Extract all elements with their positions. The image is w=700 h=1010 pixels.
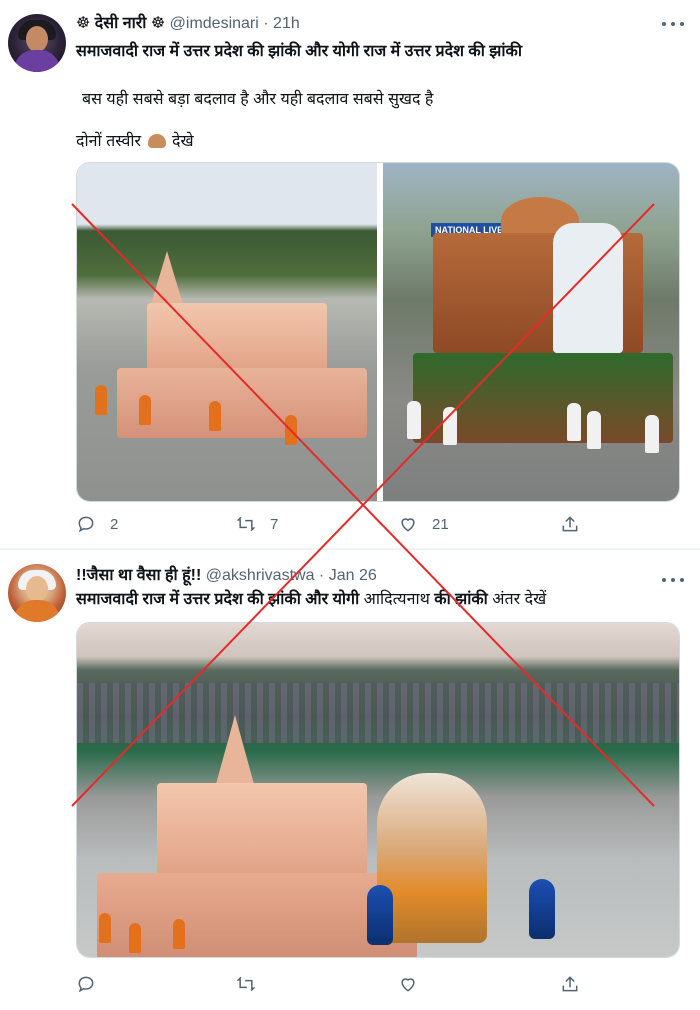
share-button[interactable]: [560, 974, 580, 994]
peacock: [529, 879, 555, 939]
reply-button[interactable]: [76, 974, 96, 994]
separator-dot: ·: [263, 15, 269, 32]
like-icon: [401, 518, 415, 532]
timestamp[interactable]: Jan 26: [329, 567, 377, 584]
tweet-text-line: बस यही सबसे बड़ा बदलाव है और यही बदलाव स…: [82, 91, 434, 108]
tweet-text-line: दोनों तस्वीर देखे: [76, 132, 194, 152]
avatar-face: [26, 26, 48, 52]
tweet-actions: [76, 974, 680, 998]
dancer: [139, 395, 151, 425]
walking-person: [407, 401, 421, 439]
avatar[interactable]: [8, 14, 66, 72]
more-icon[interactable]: [662, 14, 684, 34]
peacock: [367, 885, 393, 945]
tweet-header: ☸ देसी नारी ☸ @imdesinari · 21h: [76, 14, 650, 34]
avatar-body: [14, 600, 60, 622]
tweet-media[interactable]: [76, 622, 680, 958]
timestamp[interactable]: 21h: [273, 15, 300, 32]
temple-base: [117, 368, 367, 438]
dancer: [129, 923, 141, 953]
retweet-count: 7: [270, 515, 279, 533]
like-count: 21: [432, 515, 449, 533]
like-icon: [401, 978, 415, 992]
tweet-text-title: समाजवादी राज में उत्तर प्रदेश की झांकी औ…: [76, 590, 684, 610]
reply-icon: [78, 516, 94, 533]
tweet-text-fragment: अंतर देखें: [487, 591, 547, 608]
reply-icon: [78, 976, 94, 993]
walking-person: [443, 407, 457, 445]
media-photo[interactable]: [77, 623, 679, 957]
sage-figure: [377, 773, 487, 943]
pointing-finger-icon: [147, 134, 166, 148]
reply-button[interactable]: 2: [76, 514, 118, 534]
walking-person: [587, 411, 601, 449]
like-button[interactable]: 21: [398, 514, 449, 534]
dancer: [173, 919, 185, 949]
retweet-icon: [236, 976, 256, 992]
author-name[interactable]: !!जैसा था वैसा ही हूं!!: [76, 567, 201, 584]
float-figure: [553, 223, 623, 353]
spectator-stand: [77, 683, 679, 743]
avatar[interactable]: [8, 564, 66, 622]
dancer: [285, 415, 297, 445]
retweet-button[interactable]: 7: [236, 514, 278, 534]
avatar-face: [26, 576, 48, 602]
reply-count: 2: [110, 515, 119, 533]
temple-spire: [149, 251, 185, 311]
tweet-1[interactable]: ☸ देसी नारी ☸ @imdesinari · 21h समाजवादी…: [0, 0, 700, 550]
separator-dot: ·: [318, 567, 325, 584]
tweet-text-fragment: समाजवादी राज में उत्तर प्रदेश की झांकी औ…: [76, 591, 360, 608]
author-handle[interactable]: @imdesinari: [170, 15, 259, 32]
media-photo-right[interactable]: NATIONAL LIVE: [383, 163, 679, 501]
more-icon[interactable]: [662, 570, 684, 590]
share-icon: [562, 516, 578, 532]
tweet-header: !!जैसा था वैसा ही हूं!! @akshrivastwa · …: [76, 566, 650, 586]
walking-person: [567, 403, 581, 441]
author-handle[interactable]: @akshrivastwa: [206, 567, 315, 584]
tweet-text-fragment: आदित्यनाथ: [359, 591, 435, 608]
dancer: [95, 385, 107, 415]
tweet-media[interactable]: NATIONAL LIVE: [76, 162, 680, 502]
dancer: [209, 401, 221, 431]
share-button[interactable]: [560, 514, 580, 534]
tweet-text-fragment: दोनों तस्वीर: [76, 133, 142, 150]
retweet-button[interactable]: [236, 974, 256, 994]
like-button[interactable]: [398, 974, 418, 994]
avatar-body: [14, 50, 60, 72]
media-photo-left[interactable]: [77, 163, 377, 501]
share-icon: [562, 976, 578, 992]
tweet-text-fragment: देखे: [171, 133, 194, 150]
dancer: [99, 913, 111, 943]
tweet-actions: 2 7 21: [76, 514, 680, 538]
tweet-text-fragment: की झांकी: [434, 591, 488, 608]
retweet-icon: [236, 516, 256, 532]
tweet-text-title: समाजवादी राज में उत्तर प्रदेश की झांकी औ…: [76, 43, 522, 60]
author-name[interactable]: ☸ देसी नारी ☸: [76, 15, 165, 32]
walking-person: [645, 415, 659, 453]
tweet-2[interactable]: !!जैसा था वैसा ही हूं!! @akshrivastwa · …: [0, 550, 700, 1010]
